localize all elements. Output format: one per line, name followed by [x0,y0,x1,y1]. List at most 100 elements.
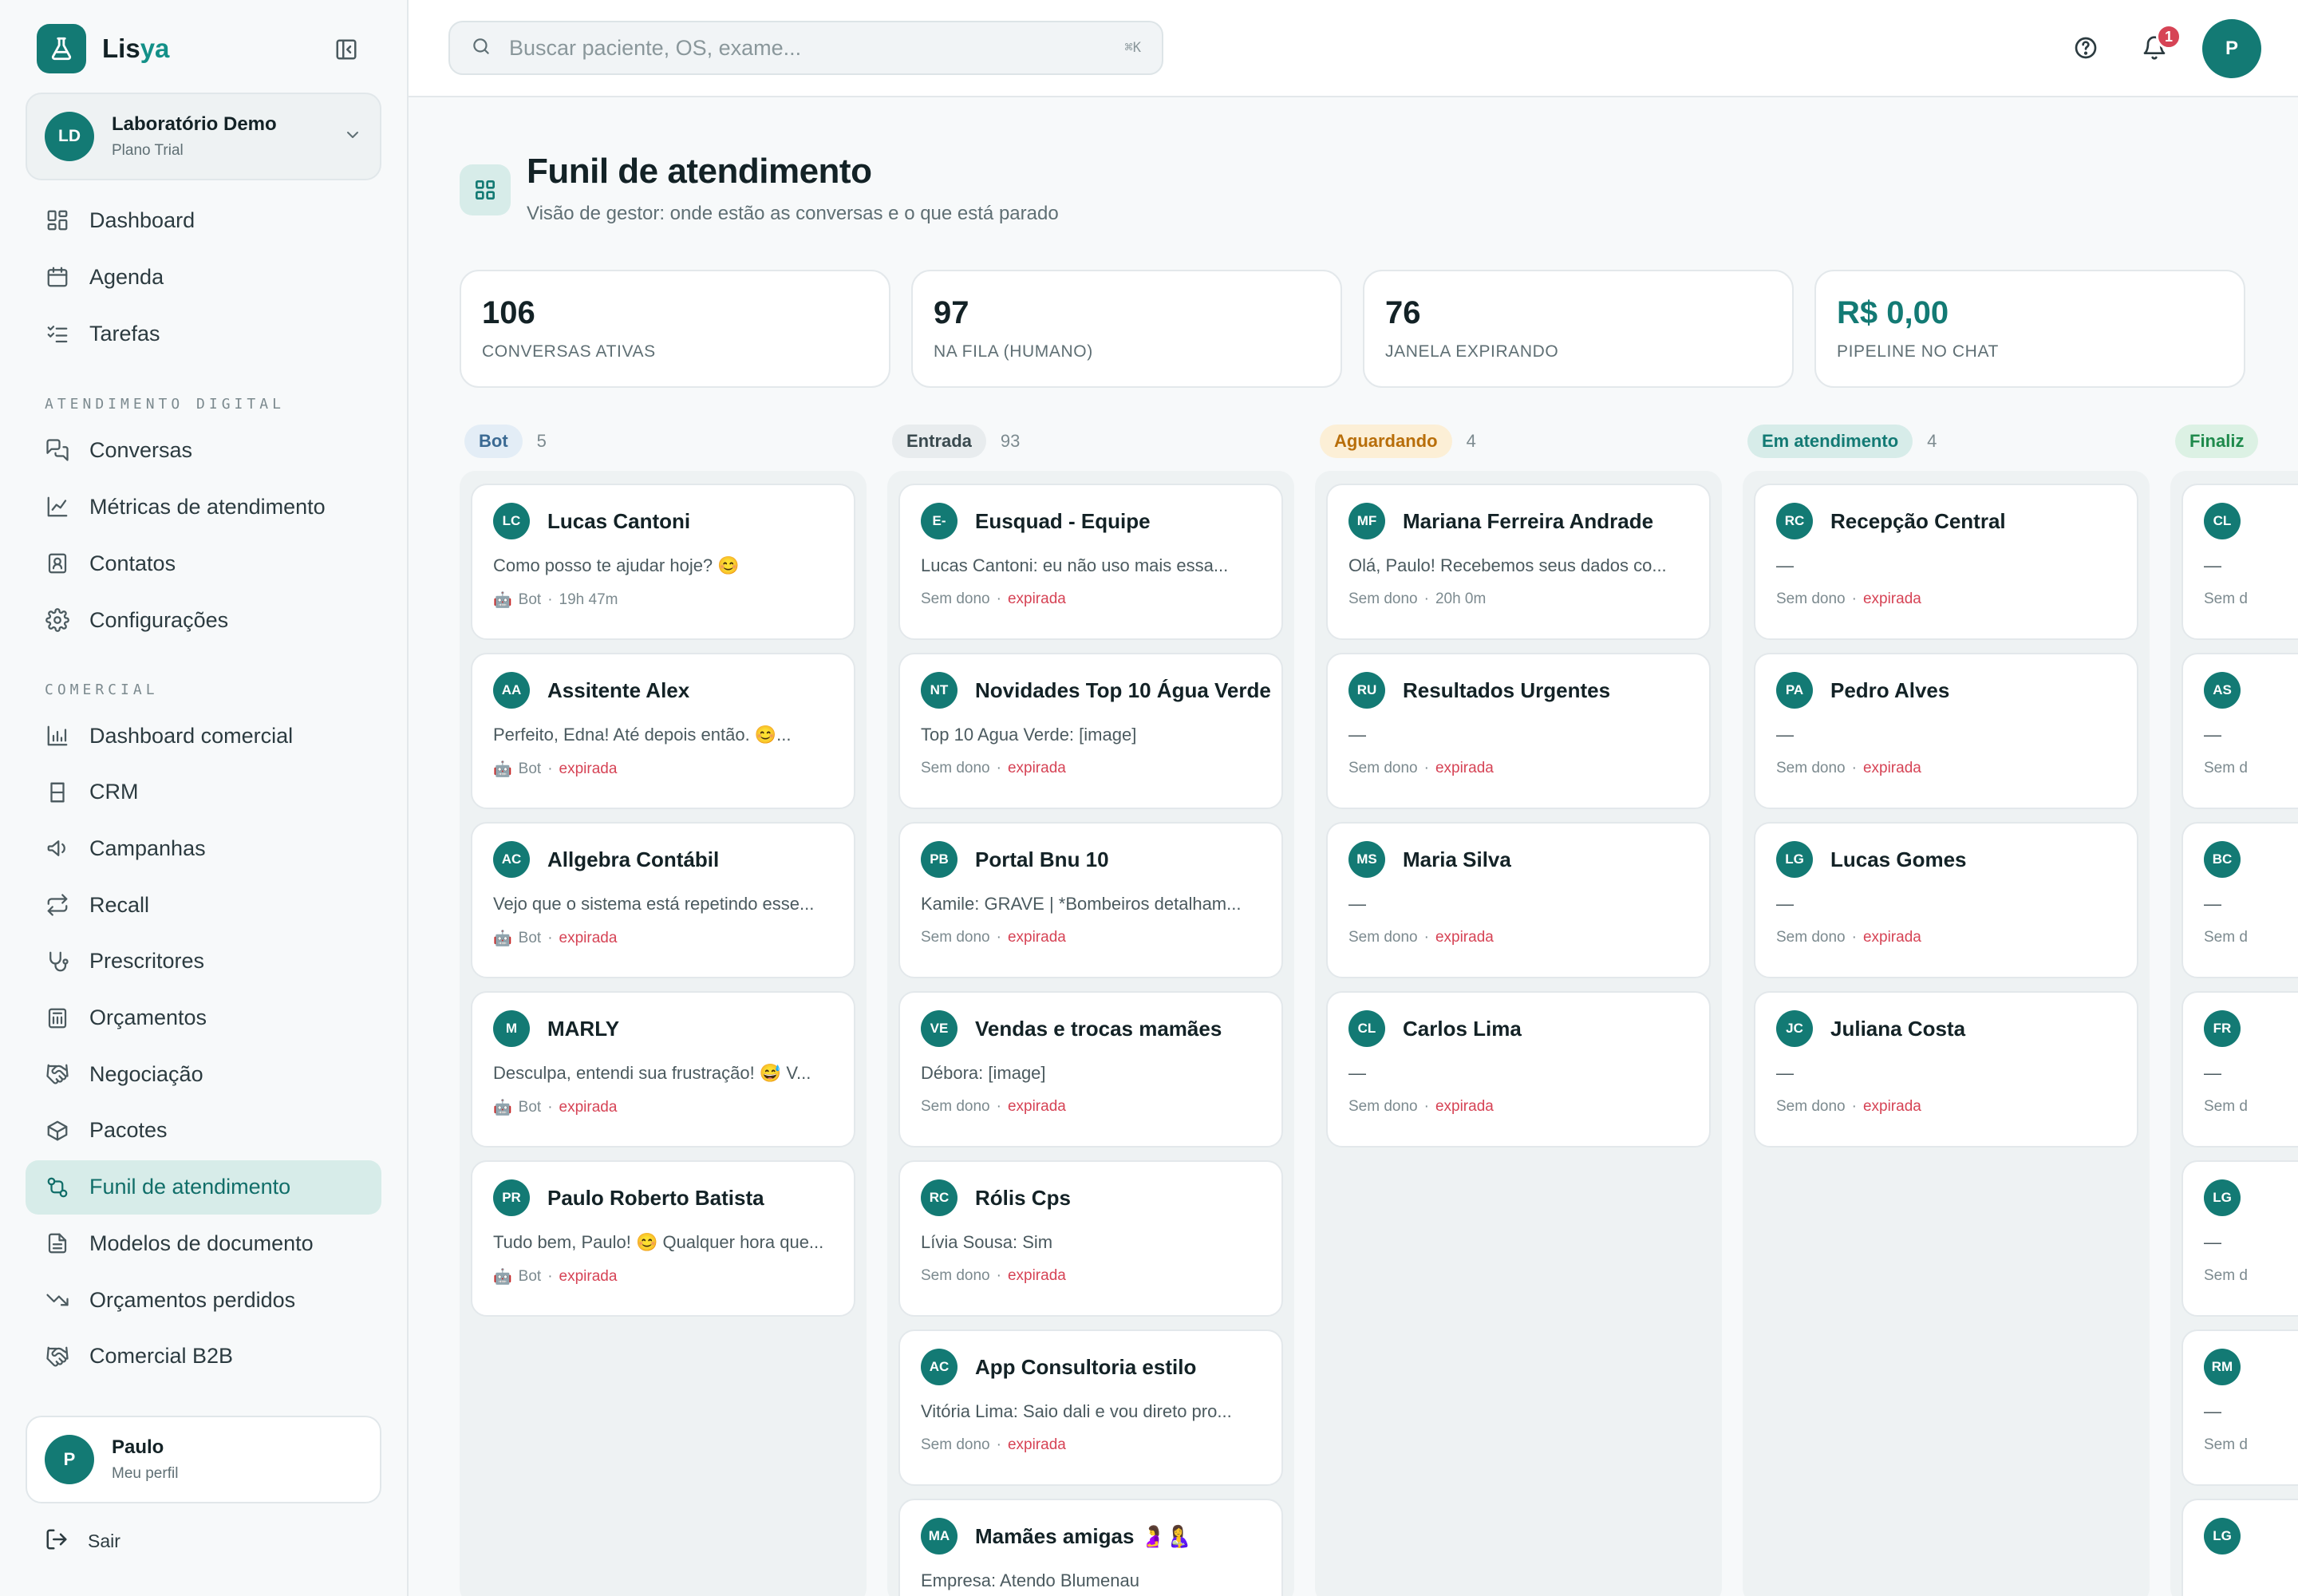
bar-chart-icon [45,723,70,749]
conversation-card[interactable]: PA Pedro Alves — Sem dono · expirada [1754,653,2138,809]
sidebar-item-label: CRM [89,780,139,804]
notification-badge: 1 [2156,24,2182,49]
conversation-card[interactable]: AC App Consultoria estilo Vitória Lima: Sa… [898,1329,1283,1486]
conversation-card[interactable]: NT Novidades Top 10 Água Verde Top 10 Agua… [898,653,1283,809]
conversation-card[interactable]: E- Eusquad - Equipe Lucas Cantoni: eu não … [898,484,1283,640]
brand[interactable]: Lisya [37,24,169,73]
conversation-card[interactable]: VE Vendas e trocas mamães Débora: [image] S… [898,991,1283,1148]
logout-label: Sair [88,1531,120,1551]
sidebar-item-agenda[interactable]: Agenda [26,250,381,304]
meta-separator: · [996,1267,1001,1284]
conversation-card[interactable]: RC Rólis Cps Lívia Sousa: Sim Sem dono · expi… [898,1160,1283,1317]
sidebar-item-funil-de-atendimento[interactable]: Funil de atendimento [26,1159,381,1215]
conversation-card[interactable]: PB Portal Bnu 10 Kamile: GRAVE | *Bombeiro… [898,822,1283,978]
contact-name: Lucas Gomes [1830,847,1967,871]
sidebar-item-contatos[interactable]: Contatos [26,536,381,591]
window-status: expirada [1007,591,1066,607]
sidebar-item-tarefas[interactable]: Tarefas [26,306,381,361]
conversation-card[interactable]: LG Lucas Gomes — Sem dono · expirada [1754,822,2138,978]
sidebar-item-metricas-de-atendimento[interactable]: Métricas de atendimento [26,480,381,534]
conversation-card[interactable]: RC Recepção Central — Sem dono · expirada [1754,484,2138,640]
logout-button[interactable]: Sair [45,1527,120,1555]
contact-avatar: FR [2204,1010,2241,1047]
last-message: — [1776,555,1794,575]
user-profile-card[interactable]: P Paulo Meu perfil [26,1416,381,1503]
conversation-card[interactable]: RM — Sem d [2182,1329,2298,1486]
owner-label: Sem d [2204,929,2248,946]
conversation-card[interactable]: JC Juliana Costa — Sem dono · expirada [1754,991,2138,1148]
contact-avatar: MS [1348,841,1385,878]
owner-label: Sem dono [921,1098,990,1115]
conversation-card[interactable]: CL Carlos Lima — Sem dono · expirada [1326,991,1711,1148]
conversation-card[interactable]: LG [2182,1499,2298,1596]
conversation-card[interactable]: BC — Sem d [2182,822,2298,978]
sidebar-item-dashboard-comercial[interactable]: Dashboard comercial [26,709,381,763]
column-body: LC Lucas Cantoni Como posso te ajudar hoje… [460,471,867,1596]
conversation-card[interactable]: CL — Sem d [2182,484,2298,640]
search-input[interactable] [509,35,1125,61]
last-message: Lívia Sousa: Sim [921,1232,1053,1252]
stat-value: 106 [482,295,535,330]
conversation-card[interactable]: MF Mariana Ferreira Andrade Olá, Paulo! Re… [1326,484,1711,640]
card-meta: Sem d [2204,1098,2298,1116]
calendar-icon [45,264,70,290]
last-message: — [1348,725,1366,745]
sidebar-item-comercial-b2b[interactable]: Comercial B2B [26,1329,381,1384]
conversation-card[interactable]: M MARLY Desculpa, entendi sua frustração! … [471,991,855,1148]
column-body: CL — Sem d AS — Sem d BC — Sem d FR — Sem d LG — Sem d… [2170,471,2298,1596]
card-meta: Sem dono · expirada [921,929,1261,946]
search-bar[interactable]: ⌘K [448,21,1163,75]
conversation-card[interactable]: PR Paulo Roberto Batista Tudo bem, Paulo! … [471,1160,855,1317]
card-meta: Sem dono · expirada [921,1267,1261,1285]
owner-label: Sem d [2204,1436,2248,1453]
sidebar-item-conversas[interactable]: Conversas [26,423,381,477]
top-user-avatar[interactable]: P [2202,19,2261,78]
conversation-card[interactable]: RU Resultados Urgentes — Sem dono · expirada [1326,653,1711,809]
conversation-card[interactable]: MA Mamães amigas 🤰🤱 Empresa: Atendo Blumen… [898,1499,1283,1596]
last-message: Kamile: GRAVE | *Bombeiros detalham... [921,894,1242,914]
robot-icon: 🤖 [493,1269,512,1286]
sidebar-item-pacotes[interactable]: Pacotes [26,1104,381,1158]
card-meta: Sem dono · expirada [1776,760,2116,777]
collapse-sidebar-icon[interactable] [332,35,361,64]
sidebar-item-orcamentos-perdidos[interactable]: Orçamentos perdidos [26,1273,381,1327]
contact-name: Mariana Ferreira Andrade [1403,508,1654,533]
meta-separator: · [547,930,553,946]
handshake-icon [45,1061,70,1087]
user-avatar: P [45,1435,94,1484]
owner-label: Sem dono [921,1436,990,1453]
owner-label: Sem d [2204,1267,2248,1284]
sidebar-item-modelos-de-documento[interactable]: Modelos de documento [26,1216,381,1270]
line-chart-icon [45,494,70,519]
help-icon[interactable] [2068,30,2103,65]
sidebar-item-label: Dashboard comercial [89,723,294,748]
sidebar-item-recall[interactable]: Recall [26,878,381,932]
sidebar-item-label: Conversas [89,437,193,462]
handshake-icon [45,1344,70,1369]
stat-card: 97 NA FILA (HUMANO) [911,270,1342,388]
window-status: expirada [1007,929,1066,946]
sidebar-item-label: Pacotes [89,1118,168,1143]
sidebar-item-crm[interactable]: CRM [26,765,381,820]
owner-label: Sem dono [921,591,990,607]
sidebar-item-negociacao[interactable]: Negociação [26,1047,381,1101]
sidebar-item-campanhas[interactable]: Campanhas [26,821,381,875]
org-switcher[interactable]: LD Laboratório Demo Plano Trial [26,93,381,180]
conversation-card[interactable]: FR — Sem d [2182,991,2298,1148]
owner-label: Sem dono [1348,1098,1418,1115]
contact-avatar: LG [2204,1179,2241,1216]
conversation-card[interactable]: AA Assitente Alex Perfeito, Edna! Até depo… [471,653,855,809]
conversation-card[interactable]: MS Maria Silva — Sem dono · expirada [1326,822,1711,978]
org-avatar: LD [45,112,94,161]
sidebar-item-prescritores[interactable]: Prescritores [26,934,381,989]
last-message: — [2204,1401,2221,1421]
sidebar-item-dashboard[interactable]: Dashboard [26,193,381,247]
conversation-card[interactable]: LC Lucas Cantoni Como posso te ajudar hoje… [471,484,855,640]
last-message: Empresa: Atendo Blumenau [921,1570,1139,1590]
sidebar-item-orcamentos[interactable]: Orçamentos [26,991,381,1045]
conversation-card[interactable]: LG — Sem d [2182,1160,2298,1317]
conversation-card[interactable]: AC Allgebra Contábil Vejo que o sistema es… [471,822,855,978]
stethoscope-icon [45,949,70,974]
sidebar-item-configuracoes[interactable]: Configurações [26,593,381,647]
conversation-card[interactable]: AS — Sem d [2182,653,2298,809]
